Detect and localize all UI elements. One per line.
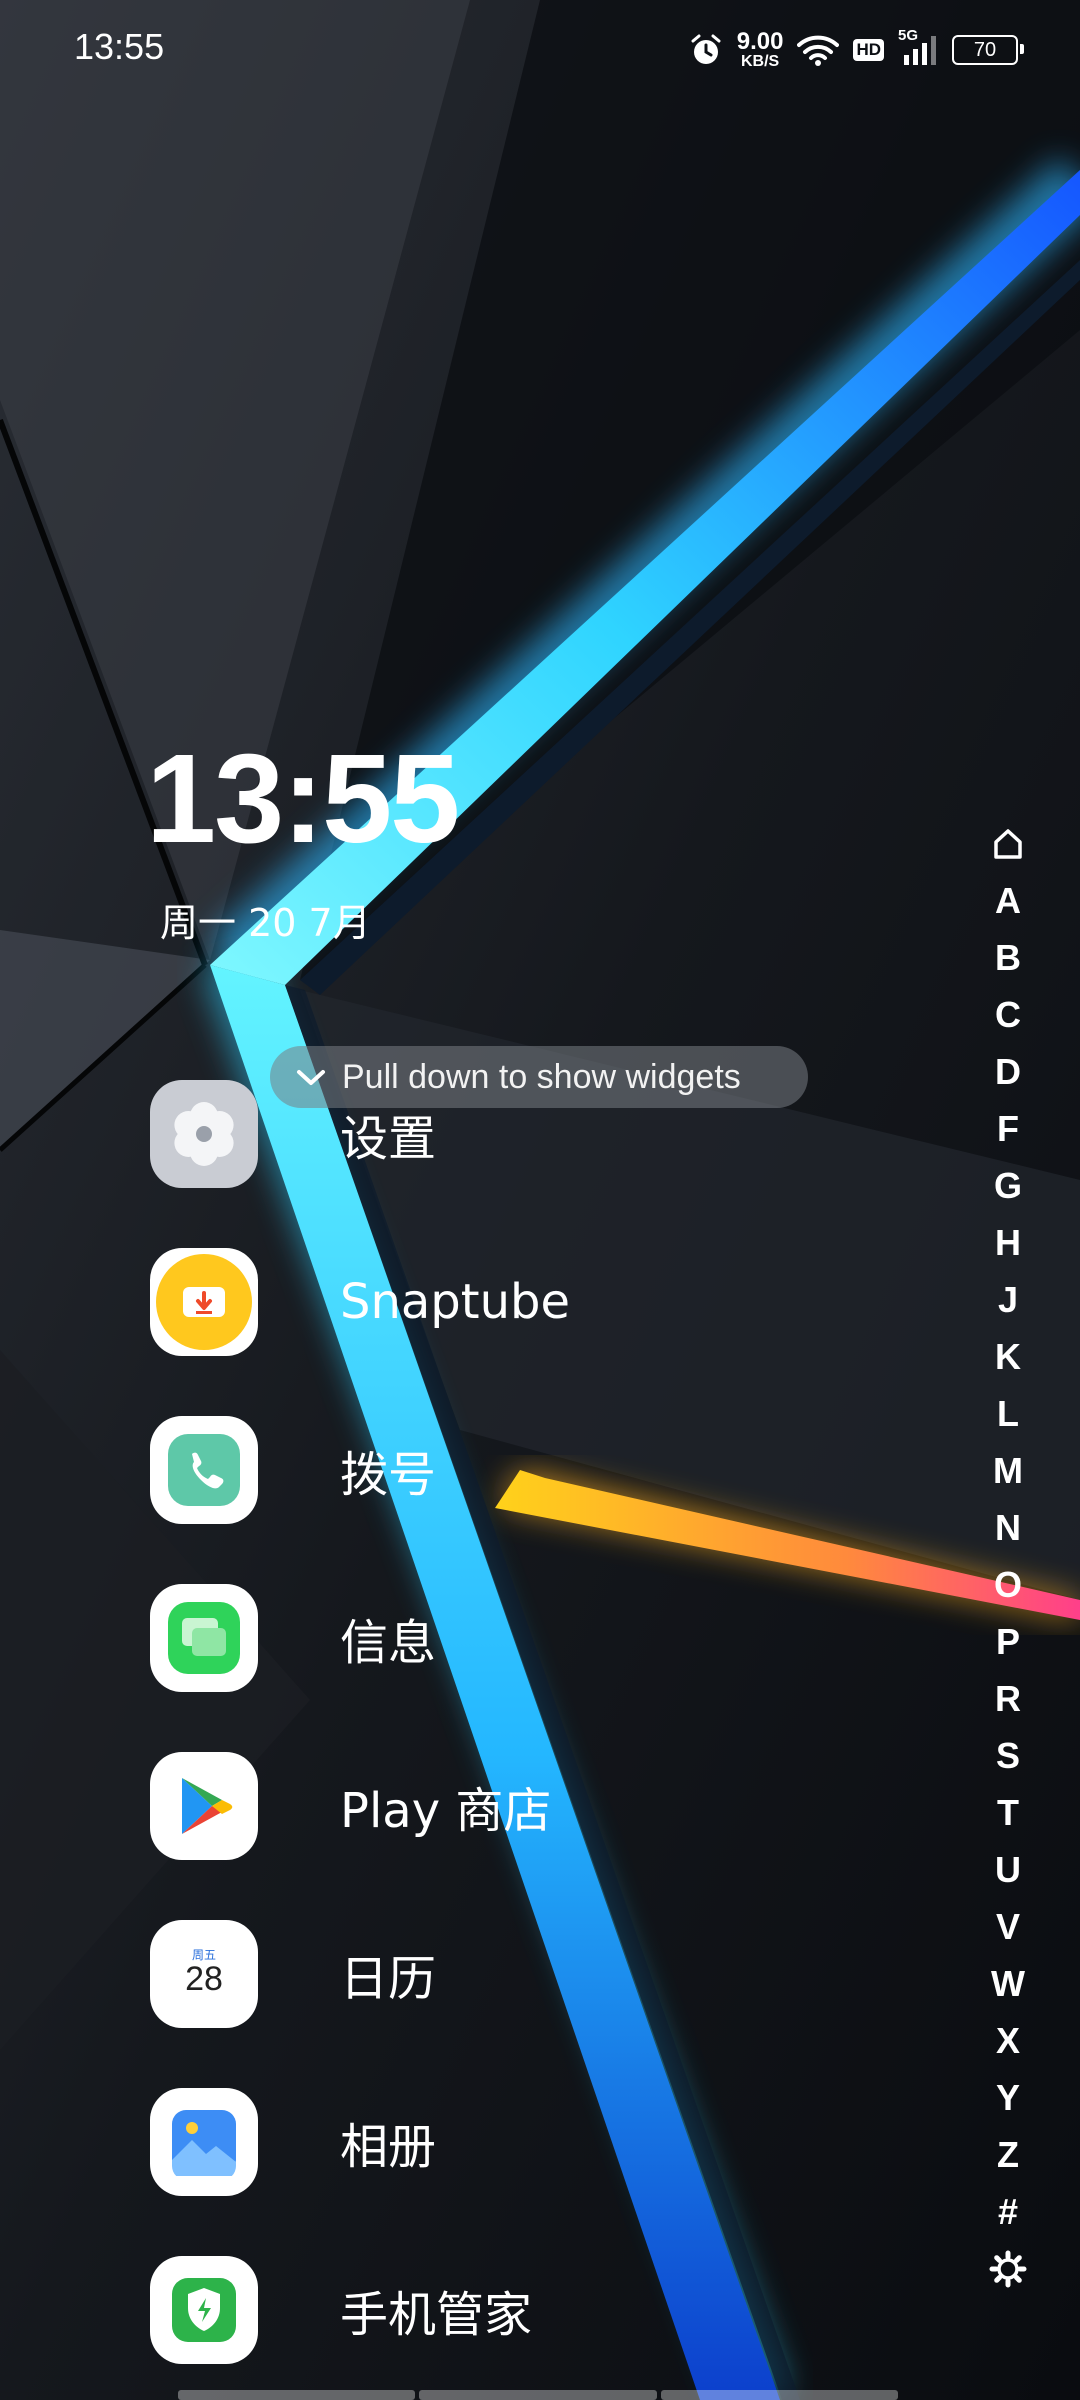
app-label-play-store: Play 商店 bbox=[340, 1783, 552, 1839]
battery-icon: 70 bbox=[952, 35, 1024, 65]
alpha-letter[interactable]: J bbox=[975, 1271, 1041, 1328]
app-label-messages: 信息 bbox=[340, 1615, 437, 1671]
alpha-letter[interactable]: Y bbox=[975, 2069, 1041, 2126]
alpha-letter[interactable]: D bbox=[975, 1043, 1041, 1100]
net-speed-unit: KB/S bbox=[740, 53, 780, 70]
net-speed-value: 9.00 bbox=[736, 28, 784, 55]
alpha-letter[interactable]: B bbox=[975, 929, 1041, 986]
battery-level: 70 bbox=[973, 38, 997, 61]
alpha-letter[interactable]: R bbox=[975, 1670, 1041, 1727]
widgets-hint-text: Pull down to show widgets bbox=[342, 1057, 741, 1096]
alpha-letter[interactable]: L bbox=[975, 1385, 1041, 1442]
status-icons: 9.00 KB/S HD 5G 70 bbox=[689, 26, 1024, 74]
calendar-icon-day: 28 bbox=[185, 1960, 223, 1999]
app-label-gallery: 相册 bbox=[340, 2119, 437, 2175]
app-label-dialer: 拨号 bbox=[340, 1447, 437, 1503]
phone-manager-icon bbox=[150, 2256, 258, 2364]
alpha-letter[interactable]: H bbox=[975, 1214, 1041, 1271]
chevron-down-icon bbox=[294, 1066, 328, 1088]
alpha-letter[interactable]: K bbox=[975, 1328, 1041, 1385]
alpha-letter[interactable]: S bbox=[975, 1727, 1041, 1784]
clock-date: 周一 20 7月 bbox=[160, 901, 371, 945]
alpha-letter[interactable]: Z bbox=[975, 2126, 1041, 2183]
alpha-letter[interactable]: # bbox=[975, 2183, 1041, 2240]
app-label-settings: 设置 bbox=[340, 1111, 437, 1167]
alarm-icon bbox=[689, 33, 723, 67]
home-icon[interactable] bbox=[975, 815, 1041, 872]
alpha-letter[interactable]: A bbox=[975, 872, 1041, 929]
app-item-phone-manager[interactable]: 手机管家 bbox=[150, 2256, 930, 2364]
app-item-dialer[interactable]: 拨号 bbox=[150, 1416, 930, 1524]
alpha-letter[interactable]: P bbox=[975, 1613, 1041, 1670]
status-time: 13:55 bbox=[74, 26, 165, 67]
alpha-letter[interactable]: C bbox=[975, 986, 1041, 1043]
alpha-letter[interactable]: V bbox=[975, 1898, 1041, 1955]
snaptube-icon bbox=[150, 1248, 258, 1356]
app-label-phone-manager: 手机管家 bbox=[340, 2287, 533, 2343]
net-speed: 9.00 KB/S bbox=[737, 30, 784, 70]
messages-icon bbox=[150, 1584, 258, 1692]
alpha-letter[interactable]: O bbox=[975, 1556, 1041, 1613]
alpha-letter[interactable]: F bbox=[975, 1100, 1041, 1157]
wifi-icon bbox=[797, 33, 840, 67]
clock-time[interactable]: 13:55 bbox=[146, 726, 460, 871]
play-store-icon bbox=[150, 1752, 258, 1860]
alpha-letter[interactable]: M bbox=[975, 1442, 1041, 1499]
alpha-letter[interactable]: T bbox=[975, 1784, 1041, 1841]
home-indicator[interactable] bbox=[178, 2390, 898, 2400]
alpha-letter[interactable]: W bbox=[975, 1955, 1041, 2012]
alpha-letter[interactable]: G bbox=[975, 1157, 1041, 1214]
alphabet-index[interactable]: A B C D F G H J K L M N O P R S T U V W X Y Z # bbox=[975, 815, 1041, 2297]
wallpaper bbox=[0, 0, 1080, 2400]
app-item-play-store[interactable]: Play 商店 bbox=[150, 1752, 930, 1860]
app-item-gallery[interactable]: 相册 bbox=[150, 2088, 930, 2196]
hd-icon: HD bbox=[853, 39, 884, 61]
app-item-snaptube[interactable]: Snaptube bbox=[150, 1248, 930, 1356]
alpha-letter[interactable]: N bbox=[975, 1499, 1041, 1556]
widgets-hint[interactable]: Pull down to show widgets bbox=[270, 1046, 808, 1108]
alpha-letter[interactable]: X bbox=[975, 2012, 1041, 2069]
gallery-icon bbox=[150, 2088, 258, 2196]
signal-icon: 5G bbox=[898, 27, 938, 67]
network-type-label: 5G bbox=[898, 27, 919, 44]
app-label-snaptube: Snaptube bbox=[340, 1274, 571, 1330]
alpha-letter[interactable]: U bbox=[975, 1841, 1041, 1898]
settings-gear-icon[interactable] bbox=[975, 2240, 1041, 2297]
app-label-calendar: 日历 bbox=[340, 1951, 437, 2007]
phone-icon bbox=[150, 1416, 258, 1524]
app-item-messages[interactable]: 信息 bbox=[150, 1584, 930, 1692]
alphabet-letters: A B C D F G H J K L M N O P R S T U V W X Y Z # bbox=[975, 872, 1041, 2240]
calendar-icon: 周五 28 bbox=[150, 1920, 258, 2028]
settings-icon bbox=[150, 1080, 258, 1188]
status-bar: 13:55 9.00 KB/S HD 5G 70 bbox=[0, 0, 1080, 96]
app-item-calendar[interactable]: 周五 28 日历 bbox=[150, 1920, 930, 2028]
